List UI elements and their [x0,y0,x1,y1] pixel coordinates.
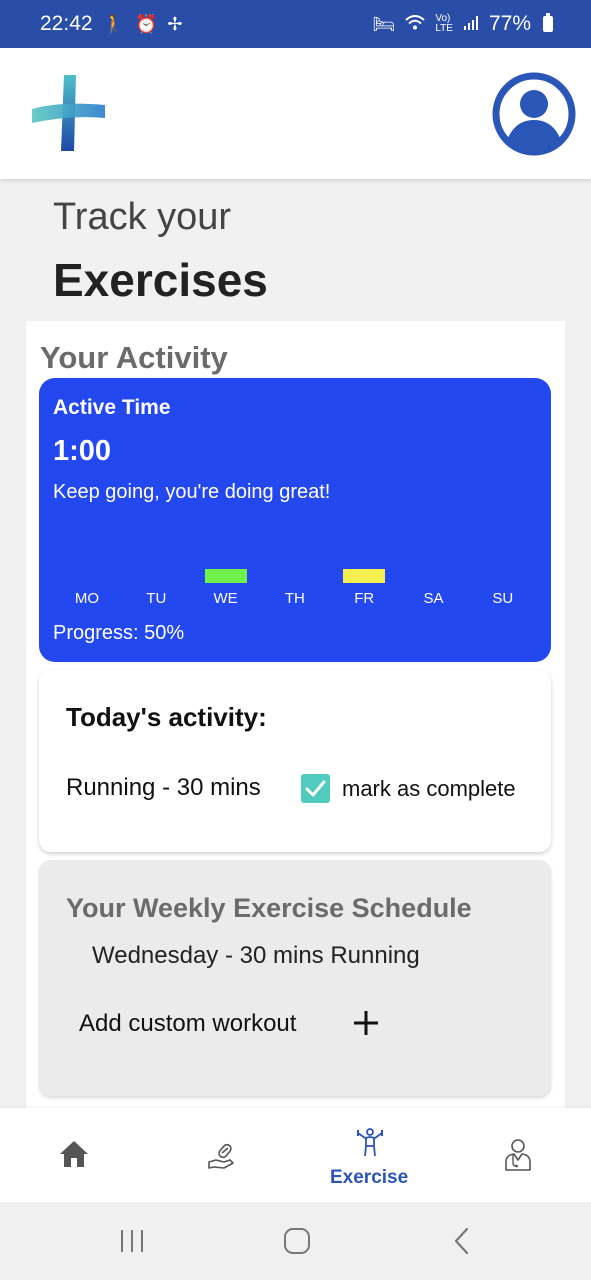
fan-icon: ✢ [167,14,183,34]
medicine-hand-icon [208,1143,234,1169]
mark-complete-checkbox[interactable] [301,774,330,803]
back-icon[interactable] [452,1227,472,1255]
progress-text: Progress: 50% [53,622,185,644]
active-time-value: 1:00 [53,435,112,467]
volte-icon: Vo) LTE [435,13,453,34]
status-bar-right: 🛏 Vo) LTE 77% [372,12,553,36]
bottom-navigation: Exercise [0,1108,591,1202]
day-label-we: WE [213,590,238,607]
status-time: 22:42 [40,12,93,35]
nav-medication[interactable] [186,1108,256,1202]
home-icon [60,1141,88,1167]
day-label-fr: FR [354,590,375,607]
status-bar-left: 22:42 🚶 ⏰ ✢ [40,12,183,36]
signal-icon [463,15,479,34]
weekly-schedule-card: Your Weekly Exercise Schedule Wednesday … [39,860,551,1096]
system-navigation-bar [0,1202,591,1280]
day-activity-bar-fr [343,569,386,583]
add-workout-plus-icon[interactable] [352,1009,380,1037]
app-logo[interactable] [30,75,106,151]
day-label-th: TH [284,590,305,607]
your-activity-heading: Your Activity [40,340,228,375]
schedule-item: Wednesday - 30 mins Running [92,942,420,969]
bed-icon: 🛏 [372,14,396,34]
nav-exercise-label: Exercise [330,1167,409,1188]
alarm-icon: ⏰ [134,14,158,34]
page-title-line2: Exercises [53,254,268,306]
nav-home[interactable] [40,1108,110,1202]
doctor-icon [505,1139,531,1171]
todays-activity-item: Running - 30 mins [66,774,261,801]
weekly-schedule-title: Your Weekly Exercise Schedule [66,893,472,923]
mark-complete-label: mark as complete [342,776,516,801]
nav-exercise[interactable]: Exercise [320,1108,420,1202]
battery-icon [543,13,553,32]
exercise-icon [357,1128,383,1157]
active-time-label: Active Time [53,396,171,419]
day-label-mo: MO [74,590,100,607]
battery-percent: 77% [488,12,531,35]
profile-avatar-icon[interactable] [492,72,576,156]
status-bar: 22:42 🚶 ⏰ ✢ 🛏 Vo) LTE 77% [0,0,591,48]
walking-icon: 🚶 [102,14,125,34]
encouragement-message: Keep going, you're doing great! [53,481,331,503]
add-custom-workout-label[interactable]: Add custom workout [79,1010,296,1038]
check-icon [305,780,326,797]
day-label-su: SU [492,590,514,607]
home-button-icon[interactable] [283,1227,311,1255]
wifi-icon [405,14,426,34]
nav-doctor[interactable] [484,1108,554,1202]
app-bar [0,48,591,179]
todays-activity-title: Today's activity: [66,702,267,732]
todays-activity-card: Today's activity: Running - 30 mins mark… [39,670,551,852]
active-time-card: Active Time 1:00 Keep going, you're doin… [39,378,551,662]
recent-apps-icon[interactable] [118,1228,146,1254]
page-title-line1: Track your [53,196,232,238]
day-activity-bar-we [204,569,247,583]
day-label-tu: TU [146,590,167,607]
day-label-sa: SA [423,590,444,607]
